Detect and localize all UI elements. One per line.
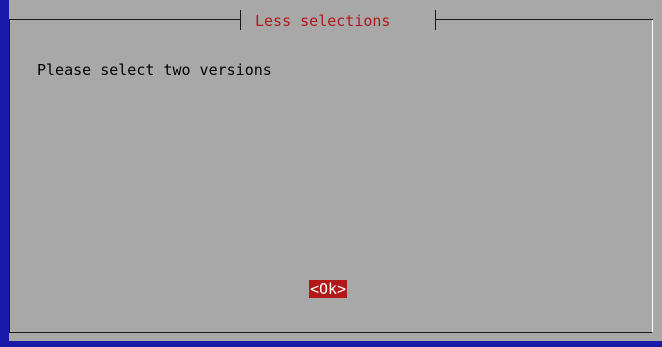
dialog-message: Please select two versions bbox=[37, 61, 272, 79]
title-right-divider bbox=[435, 10, 436, 30]
frame-top-right-line bbox=[435, 19, 653, 20]
ok-button[interactable]: <Ok> bbox=[309, 280, 348, 298]
frame-top-left-line bbox=[9, 19, 240, 20]
title-left-divider bbox=[240, 10, 241, 30]
dialog-title: Less selections bbox=[255, 12, 391, 30]
